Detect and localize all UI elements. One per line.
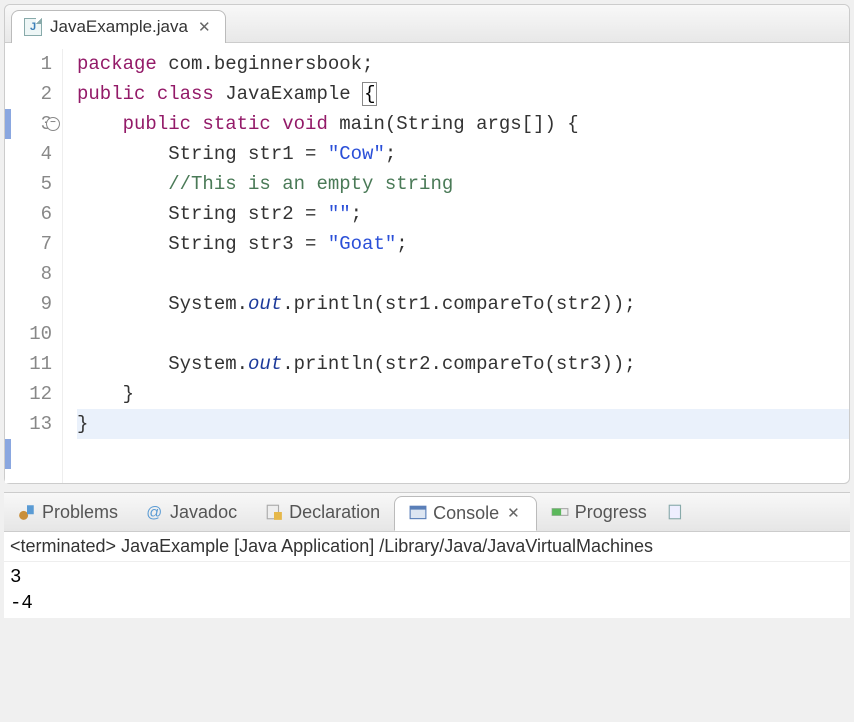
code-content[interactable]: package com.beginnersbook;public class J… <box>63 49 849 483</box>
code-line[interactable]: System.out.println(str2.compareTo(str3))… <box>77 349 849 379</box>
code-line[interactable]: //This is an empty string <box>77 169 849 199</box>
line-number: 6 <box>5 199 52 229</box>
line-number: 13 <box>5 409 52 439</box>
line-number: 1 <box>5 49 52 79</box>
bottom-panel: Problems @ Javadoc Declaration Console ✕ Progr… <box>4 492 850 618</box>
tab-label: Progress <box>575 502 647 523</box>
line-number: 11 <box>5 349 52 379</box>
code-line[interactable]: public static void main(String args[]) { <box>77 109 849 139</box>
code-line[interactable]: } <box>77 409 849 439</box>
code-line[interactable]: String str3 = "Goat"; <box>77 229 849 259</box>
declaration-icon <box>265 503 283 521</box>
console-status-line: <terminated> JavaExample [Java Applicati… <box>4 532 850 562</box>
code-line[interactable]: String str1 = "Cow"; <box>77 139 849 169</box>
tab-label: Javadoc <box>170 502 237 523</box>
line-number: 4 <box>5 139 52 169</box>
code-line[interactable]: public class JavaExample { <box>77 79 849 109</box>
console-line: 3 <box>10 564 844 590</box>
line-number: 5 <box>5 169 52 199</box>
tab-declaration[interactable]: Declaration <box>251 496 394 529</box>
tab-javadoc[interactable]: @ Javadoc <box>132 496 251 529</box>
svg-text:@: @ <box>146 505 162 521</box>
line-number: 10 <box>5 319 52 349</box>
code-line[interactable]: package com.beginnersbook; <box>77 49 849 79</box>
line-number: 3− <box>5 109 52 139</box>
code-line[interactable]: System.out.println(str1.compareTo(str2))… <box>77 289 849 319</box>
fold-toggle-icon[interactable]: − <box>46 117 60 131</box>
console-line: -4 <box>10 590 844 616</box>
tab-progress[interactable]: Progress <box>537 496 661 529</box>
code-line[interactable]: String str2 = ""; <box>77 199 849 229</box>
progress-icon <box>551 503 569 521</box>
tab-label: Console <box>433 503 499 524</box>
close-tab-icon[interactable]: ✕ <box>505 504 522 522</box>
code-line[interactable]: } <box>77 379 849 409</box>
tab-console[interactable]: Console ✕ <box>394 496 537 531</box>
bottom-tab-bar: Problems @ Javadoc Declaration Console ✕ Progr… <box>4 492 850 532</box>
console-icon <box>409 504 427 522</box>
line-number: 2 <box>5 79 52 109</box>
tab-label: Problems <box>42 502 118 523</box>
line-number-gutter: 123−45678910111213 <box>5 49 63 483</box>
java-file-icon: J <box>24 18 42 36</box>
code-line[interactable] <box>77 319 849 349</box>
line-number: 8 <box>5 259 52 289</box>
line-number: 7 <box>5 229 52 259</box>
console-output: 3-4 <box>4 562 850 618</box>
line-number: 12 <box>5 379 52 409</box>
close-tab-icon[interactable]: ✕ <box>196 18 213 36</box>
tab-label: Declaration <box>289 502 380 523</box>
javadoc-icon: @ <box>146 503 164 521</box>
editor-tab[interactable]: J JavaExample.java ✕ <box>11 10 226 43</box>
editor-tab-bar: J JavaExample.java ✕ <box>5 5 849 43</box>
problems-icon <box>18 503 36 521</box>
line-number: 9 <box>5 289 52 319</box>
code-area[interactable]: 123−45678910111213 package com.beginners… <box>5 43 849 483</box>
code-line[interactable] <box>77 259 849 289</box>
tab-problems[interactable]: Problems <box>4 496 132 529</box>
editor-panel: J JavaExample.java ✕ 123−45678910111213 … <box>4 4 850 484</box>
view-menu-icon[interactable] <box>667 503 685 521</box>
tab-filename: JavaExample.java <box>50 17 188 37</box>
